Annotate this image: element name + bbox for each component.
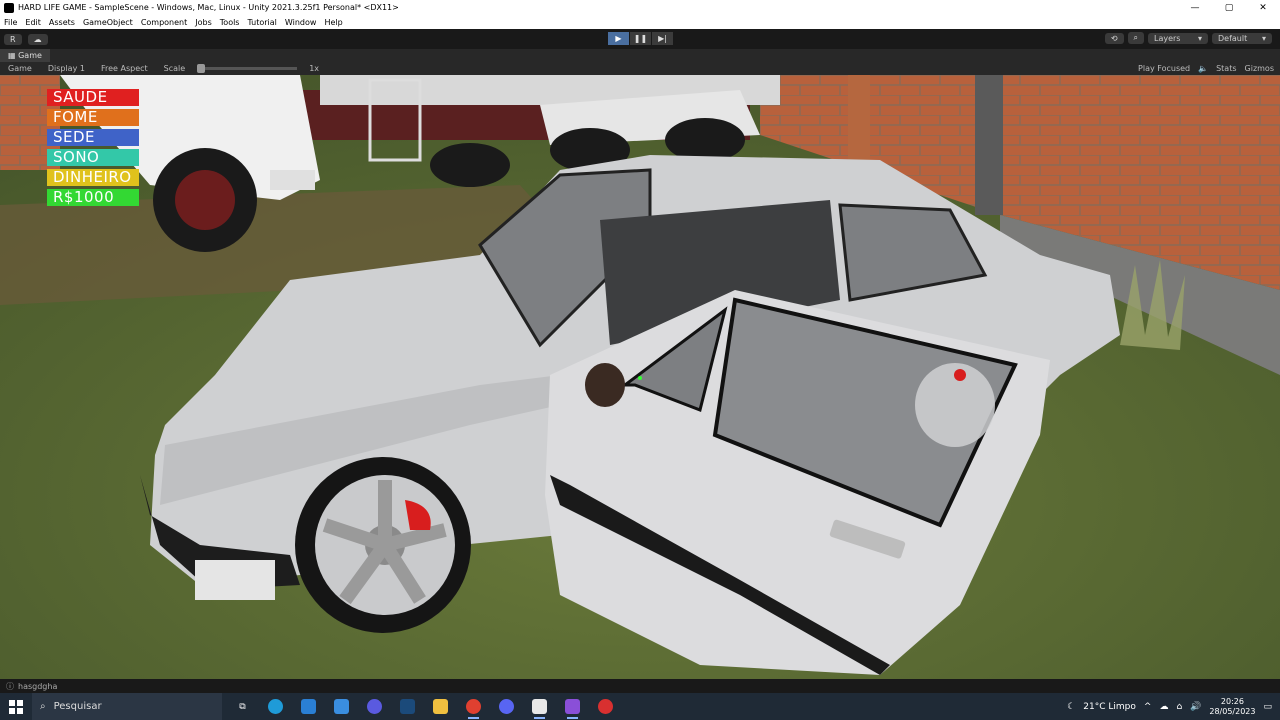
- hud-health-bar: SAUDE: [47, 89, 139, 106]
- mute-icon[interactable]: 🔈: [1198, 64, 1208, 73]
- info-icon: ⓘ: [6, 681, 14, 691]
- network-icon[interactable]: ⌂: [1176, 702, 1182, 712]
- taskbar-search-input[interactable]: ⌕ Pesquisar: [32, 693, 222, 720]
- hud-money-label: DINHEIRO: [47, 169, 139, 186]
- scale-label: Scale: [163, 64, 186, 73]
- search-icon[interactable]: ⌕: [1127, 32, 1144, 44]
- system-tray: ☾ 21°C Limpo ^ ☁ ⌂ 🔊 20:26 28/05/2023 ▭: [1067, 693, 1280, 720]
- clock-date: 28/05/2023: [1209, 706, 1256, 716]
- mail-icon[interactable]: [325, 693, 358, 720]
- status-hud: SAUDE FOME SEDE SONO DINHEIRO R$1000: [47, 89, 139, 209]
- cloud-icon[interactable]: ☁: [27, 33, 48, 45]
- wall-pillar: [975, 75, 1003, 215]
- chevron-down-icon: ▾: [1261, 33, 1266, 43]
- chevron-down-icon: ▾: [1197, 33, 1202, 43]
- windows-start-icon[interactable]: [0, 693, 32, 720]
- playmode-controls: ▶ ❚❚ ▶|: [608, 32, 673, 45]
- windows-taskbar: ⌕ Pesquisar ⧉ ☾ 21°C Limpo ^ ☁ ⌂ 🔊 20:26…: [0, 693, 1280, 720]
- steam-icon[interactable]: [391, 693, 424, 720]
- scale-slider[interactable]: [197, 64, 298, 73]
- menu-assets[interactable]: Assets: [45, 18, 79, 27]
- aspect-dropdown[interactable]: Free Aspect: [93, 64, 156, 73]
- display-dropdown[interactable]: Display 1: [40, 64, 93, 73]
- maximize-button[interactable]: ▢: [1212, 3, 1246, 13]
- mode-dropdown[interactable]: Game: [0, 64, 40, 73]
- game-scene: [0, 75, 1280, 679]
- unity-icon: [4, 2, 14, 13]
- editor-statusbar: ⓘ hasgdgha: [0, 679, 1280, 693]
- menu-jobs[interactable]: Jobs: [191, 18, 216, 27]
- notifications-icon[interactable]: ▭: [1263, 702, 1272, 712]
- menu-help[interactable]: Help: [320, 18, 346, 27]
- taskbar-search-placeholder: Pesquisar: [53, 701, 102, 712]
- hud-money-value: R$1000: [47, 189, 139, 206]
- stats-button[interactable]: Stats: [1216, 64, 1236, 73]
- crosshair: [638, 376, 642, 380]
- weather-text[interactable]: 21°C Limpo: [1083, 702, 1136, 712]
- hud-thirst-bar: SEDE: [47, 129, 139, 146]
- edge-icon[interactable]: [259, 693, 292, 720]
- scale-slider-knob[interactable]: [197, 64, 206, 73]
- layers-dropdown[interactable]: Layers ▾: [1148, 32, 1208, 44]
- wall-post: [848, 75, 870, 160]
- recorder-icon[interactable]: [589, 693, 622, 720]
- menu-gameobject[interactable]: GameObject: [79, 18, 137, 27]
- close-button[interactable]: ✕: [1246, 3, 1280, 13]
- task-view-icon[interactable]: ⧉: [226, 693, 259, 720]
- hud-sleep-bar: SONO: [47, 149, 139, 166]
- visual-studio-icon[interactable]: [556, 693, 589, 720]
- tab-row: ▦ Game: [0, 49, 1280, 62]
- console-last-message[interactable]: hasgdgha: [18, 682, 57, 691]
- minimize-button[interactable]: —: [1178, 3, 1212, 13]
- menu-tools[interactable]: Tools: [216, 18, 244, 27]
- menu-file[interactable]: File: [0, 18, 21, 27]
- window-title: HARD LIFE GAME - SampleScene - Windows, …: [18, 3, 399, 12]
- tab-game-label: Game: [18, 51, 42, 60]
- menu-edit[interactable]: Edit: [21, 18, 45, 27]
- game-viewport[interactable]: SAUDE FOME SEDE SONO DINHEIRO R$1000: [0, 75, 1280, 679]
- gizmos-button[interactable]: Gizmos: [1245, 64, 1274, 73]
- hud-hunger-bar: FOME: [47, 109, 139, 126]
- history-icon[interactable]: ⟲: [1104, 32, 1124, 44]
- window-titlebar: HARD LIFE GAME - SampleScene - Windows, …: [0, 0, 1280, 15]
- pause-button[interactable]: ❚❚: [630, 32, 651, 45]
- menu-tutorial[interactable]: Tutorial: [243, 18, 280, 27]
- media-player-icon[interactable]: [358, 693, 391, 720]
- game-view-toolbar: Game Display 1 Free Aspect Scale 1x Play…: [0, 62, 1280, 75]
- unity-taskbar-icon[interactable]: [523, 693, 556, 720]
- menu-bar: File Edit Assets GameObject Component Jo…: [0, 15, 1280, 29]
- store-icon[interactable]: [292, 693, 325, 720]
- clock-time: 20:26: [1220, 696, 1244, 706]
- moon-icon: ☾: [1067, 701, 1076, 712]
- volume-icon[interactable]: 🔊: [1190, 702, 1201, 712]
- menu-component[interactable]: Component: [137, 18, 191, 27]
- menu-window[interactable]: Window: [281, 18, 321, 27]
- file-explorer-icon[interactable]: [424, 693, 457, 720]
- cloud-sync-icon[interactable]: ☁: [1159, 702, 1168, 712]
- layout-dropdown[interactable]: Default ▾: [1212, 32, 1272, 44]
- chevron-up-icon[interactable]: ^: [1144, 702, 1152, 712]
- discord-icon[interactable]: [490, 693, 523, 720]
- tab-game[interactable]: ▦ Game: [0, 49, 50, 62]
- search-icon: ⌕: [40, 701, 46, 712]
- scale-value: 1x: [309, 64, 320, 73]
- account-dropdown[interactable]: R: [4, 33, 22, 45]
- step-button[interactable]: ▶|: [652, 32, 673, 45]
- chrome-icon[interactable]: [457, 693, 490, 720]
- play-button[interactable]: ▶: [608, 32, 629, 45]
- clock[interactable]: 20:26 28/05/2023: [1209, 697, 1255, 717]
- layout-label: Default: [1218, 33, 1248, 43]
- main-toolbar: R ☁ ▶ ❚❚ ▶| ⟲ ⌕ Layers ▾ Default ▾: [0, 29, 1280, 49]
- layers-label: Layers: [1154, 33, 1181, 43]
- play-focused-dropdown[interactable]: Play Focused: [1138, 64, 1190, 73]
